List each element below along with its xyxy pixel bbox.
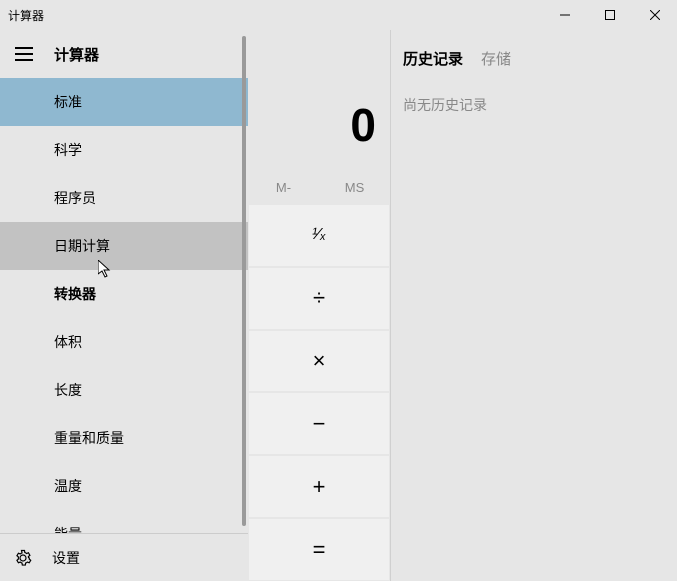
sidebar-item-standard[interactable]: 标准 bbox=[0, 78, 248, 126]
settings-label: 设置 bbox=[52, 548, 80, 568]
display-value: 0 bbox=[350, 98, 376, 152]
multiply-button[interactable]: × bbox=[248, 330, 390, 393]
memory-store-button[interactable]: MS bbox=[319, 170, 390, 204]
hamburger-icon bbox=[15, 47, 33, 61]
titlebar: 计算器 bbox=[0, 0, 677, 30]
scrollbar[interactable] bbox=[240, 30, 248, 528]
memory-minus-button[interactable]: M- bbox=[248, 170, 319, 204]
history-panel: 历史记录 存储 尚无历史记录 bbox=[390, 30, 677, 581]
minimize-button[interactable] bbox=[542, 0, 587, 30]
sidebar-item-programmer[interactable]: 程序员 bbox=[0, 174, 248, 222]
window-controls bbox=[542, 0, 677, 30]
sidebar-item-scientific[interactable]: 科学 bbox=[0, 126, 248, 174]
sidebar-item-length[interactable]: 长度 bbox=[0, 366, 248, 414]
sidebar-item-settings[interactable]: 设置 bbox=[0, 533, 248, 581]
calculator-partial: 0 M- MS ¹⁄ₓ ÷ × − + = bbox=[248, 30, 390, 581]
gear-icon bbox=[14, 549, 32, 567]
minus-button[interactable]: − bbox=[248, 392, 390, 455]
sidebar-section-converter: 转换器 bbox=[0, 270, 248, 318]
divide-button[interactable]: ÷ bbox=[248, 267, 390, 330]
window-title: 计算器 bbox=[0, 7, 44, 24]
sidebar-item-date[interactable]: 日期计算 bbox=[0, 222, 248, 270]
sidebar-item-weight[interactable]: 重量和质量 bbox=[0, 414, 248, 462]
sidebar-item-energy[interactable]: 能量 bbox=[0, 510, 248, 533]
maximize-icon bbox=[605, 10, 615, 20]
reciprocal-button[interactable]: ¹⁄ₓ bbox=[248, 204, 390, 267]
plus-button[interactable]: + bbox=[248, 455, 390, 518]
sidebar-item-volume[interactable]: 体积 bbox=[0, 318, 248, 366]
menu-button[interactable] bbox=[0, 30, 48, 78]
tab-memory[interactable]: 存储 bbox=[481, 48, 511, 69]
history-empty-text: 尚无历史记录 bbox=[403, 95, 665, 115]
tab-history[interactable]: 历史记录 bbox=[403, 48, 463, 69]
sidebar-title: 计算器 bbox=[48, 44, 99, 65]
sidebar: 计算器 标准 科学 程序员 日期计算 转换器 体积 长度 重量和质量 温度 能量… bbox=[0, 30, 248, 581]
maximize-button[interactable] bbox=[587, 0, 632, 30]
sidebar-item-temperature[interactable]: 温度 bbox=[0, 462, 248, 510]
equals-button[interactable]: = bbox=[248, 518, 390, 581]
scrollbar-thumb[interactable] bbox=[242, 36, 246, 526]
close-button[interactable] bbox=[632, 0, 677, 30]
close-icon bbox=[650, 10, 660, 20]
display: 0 bbox=[248, 30, 390, 170]
minimize-icon bbox=[560, 10, 570, 20]
